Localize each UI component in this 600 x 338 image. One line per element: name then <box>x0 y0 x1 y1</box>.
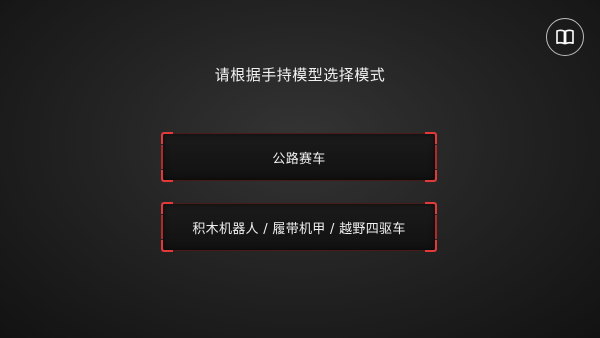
manual-button[interactable] <box>546 18 584 56</box>
mode-button-robot-mech-offroad[interactable]: 积木机器人 / 履带机甲 / 越野四驱车 <box>161 202 437 252</box>
book-open-icon <box>556 29 574 45</box>
mode-select-screen: 请根据手持模型选择模式 公路赛车 积木机器人 / 履带机甲 / 越野四驱车 <box>0 0 600 338</box>
mode-button-road-racer[interactable]: 公路赛车 <box>161 132 437 182</box>
mode-prompt: 请根据手持模型选择模式 <box>214 66 386 84</box>
mode-button-label: 积木机器人 / 履带机甲 / 越野四驱车 <box>192 221 406 237</box>
mode-button-label: 公路赛车 <box>272 151 326 167</box>
